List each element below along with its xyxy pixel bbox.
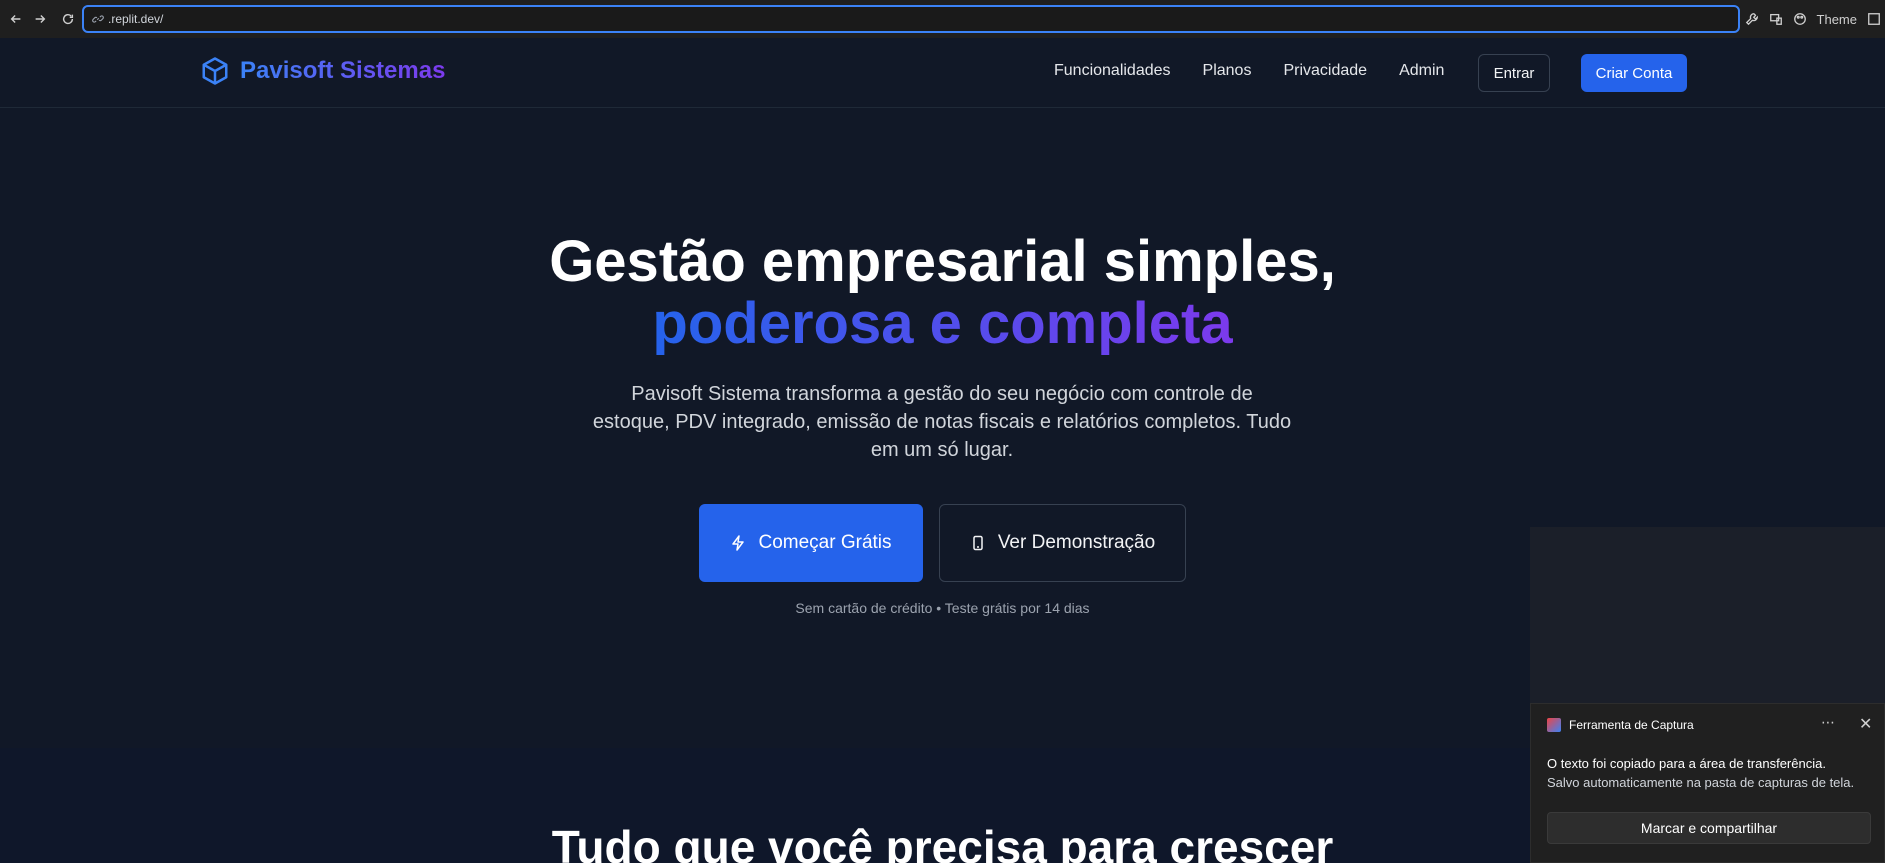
close-icon[interactable]: ✕ <box>1859 714 1872 734</box>
toast-message: O texto foi copiado para a área de trans… <box>1547 756 1826 771</box>
browser-toolbar: .replit.dev/ Theme <box>0 0 1885 38</box>
mark-and-share-button[interactable]: Marcar e compartilhar <box>1547 812 1871 844</box>
demo-button[interactable]: Ver Demonstração <box>939 504 1186 582</box>
brand-name: Pavisoft Sistemas <box>240 57 446 84</box>
reload-icon[interactable] <box>54 5 82 33</box>
nav-link-privacidade[interactable]: Privacidade <box>1283 62 1367 80</box>
panel-icon[interactable] <box>1867 12 1881 26</box>
nav-link-admin[interactable]: Admin <box>1399 62 1444 80</box>
wrench-icon[interactable] <box>1745 12 1759 26</box>
start-free-label: Começar Grátis <box>758 532 892 553</box>
signup-button[interactable]: Criar Conta <box>1581 54 1687 92</box>
toast-header: Ferramenta de Captura <box>1547 718 1694 732</box>
start-free-button[interactable]: Começar Grátis <box>699 504 923 582</box>
toast-submessage: Salvo automaticamente na pasta de captur… <box>1547 775 1855 790</box>
main-nav: Funcionalidades Planos Privacidade Admin <box>1054 62 1444 80</box>
nav-link-planos[interactable]: Planos <box>1203 62 1252 80</box>
url-text: .replit.dev/ <box>108 12 164 26</box>
link-icon <box>92 15 104 23</box>
brand-logo[interactable]: Pavisoft Sistemas <box>200 56 445 86</box>
toast-app-name: Ferramenta de Captura <box>1569 718 1694 732</box>
notification-toast: Ferramenta de Captura ⋯ ✕ O texto foi co… <box>1530 703 1885 863</box>
login-button[interactable]: Entrar <box>1478 54 1550 92</box>
forward-icon[interactable] <box>26 5 54 33</box>
devices-icon[interactable] <box>1769 12 1783 26</box>
demo-label: Ver Demonstração <box>997 532 1156 553</box>
more-options-icon[interactable]: ⋯ <box>1821 714 1835 731</box>
palette-icon[interactable] <box>1793 12 1807 26</box>
toast-backdrop <box>1530 527 1885 703</box>
lightning-icon <box>732 535 745 551</box>
snipping-tool-icon <box>1547 718 1561 732</box>
box-icon <box>202 57 228 85</box>
site-header: Pavisoft Sistemas Funcionalidades Planos… <box>0 38 1885 108</box>
hero-title-highlight: poderosa e completa <box>652 291 1233 356</box>
smartphone-icon <box>973 535 983 551</box>
nav-link-funcionalidades[interactable]: Funcionalidades <box>1054 62 1171 80</box>
hero-title: Gestão empresarial simples, <box>549 229 1336 294</box>
theme-label[interactable]: Theme <box>1817 12 1857 27</box>
address-bar[interactable]: .replit.dev/ <box>82 5 1740 33</box>
browser-tools: Theme <box>1745 0 1885 38</box>
hero-description: Pavisoft Sistema transforma a gestão do … <box>592 383 1292 461</box>
